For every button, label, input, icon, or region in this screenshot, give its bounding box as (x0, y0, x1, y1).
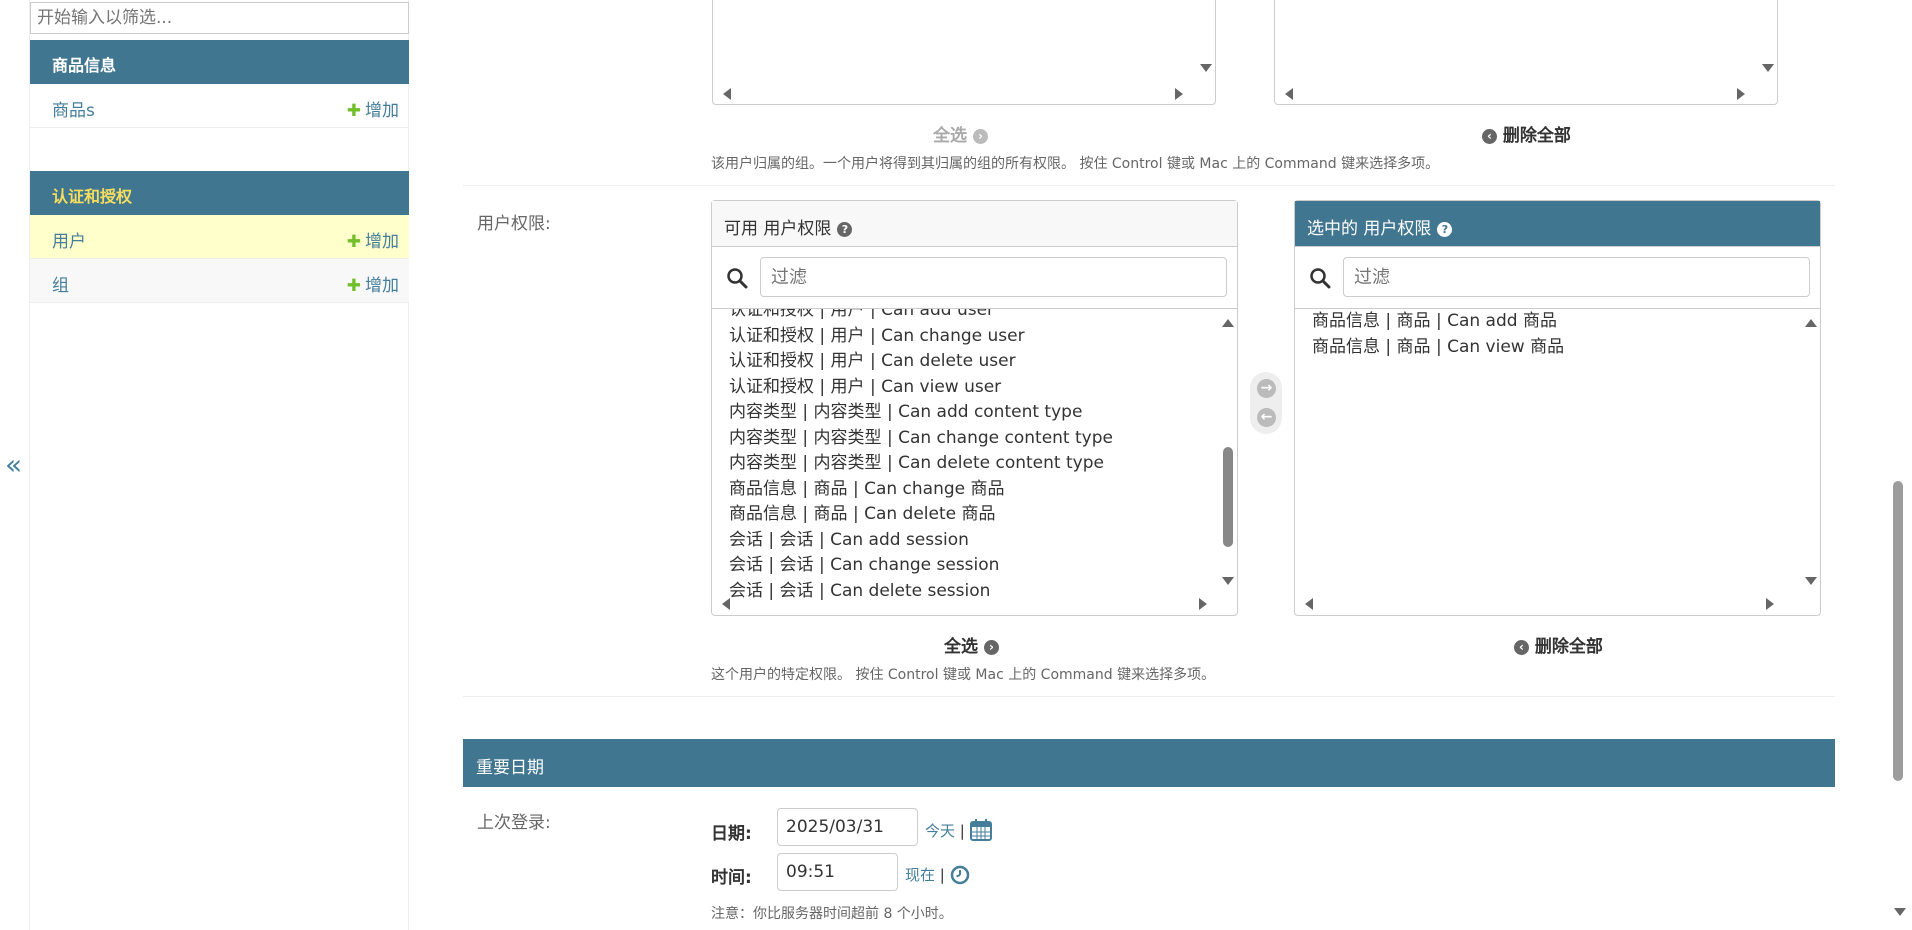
model-link-goods[interactable]: 商品s (52, 101, 95, 121)
app-caption-goods[interactable]: 商品信息 (30, 40, 409, 84)
sidebar-item-users: 用户 ✚ 增加 (30, 215, 409, 259)
scrollbar[interactable] (1275, 84, 1759, 104)
chosen-filter-input[interactable] (1343, 257, 1810, 297)
permission-option[interactable]: 商品信息 | 商品 | Can view 商品 (1295, 335, 1802, 361)
groups-chosen-box[interactable] (1274, 0, 1778, 105)
selector-chooser: → ← (1250, 372, 1282, 434)
divider (463, 696, 1835, 697)
important-dates-header: 重要日期 (463, 739, 1835, 787)
add-group-button[interactable]: ✚ 增加 (347, 271, 399, 296)
search-icon (1310, 268, 1331, 289)
permissions-chosen-box: 选中的 用户权限? 商品信息 | 商品 | Can add 商品商品信息 | 商… (1294, 200, 1821, 616)
available-filter (712, 247, 1237, 309)
groups-help-text: 该用户归属的组。一个用户将得到其归属的组的所有权限。 按住 Control 键或… (711, 156, 1440, 172)
groups-available-box[interactable] (712, 0, 1216, 105)
scrollbar[interactable] (1802, 309, 1820, 594)
date-label: 日期: (711, 824, 752, 844)
chosen-filter (1295, 247, 1820, 309)
page-scrollbar[interactable] (1890, 0, 1912, 930)
permission-option[interactable]: 商品信息 | 商品 | Can change 商品 (712, 477, 1219, 503)
nav-sidebar: 商品信息 商品s ✚增加 认证和授权 用户 ✚增加 组 ✚增加 (29, 0, 409, 930)
scrollbar[interactable] (1219, 309, 1237, 594)
toggle-sidebar-button[interactable]: « (5, 448, 22, 481)
chosen-header: 选中的 用户权限? (1295, 201, 1820, 247)
search-icon (727, 268, 748, 289)
chevron-right-icon: › (983, 640, 999, 655)
time-shortcuts: 现在 | (905, 864, 970, 885)
groups-remove-all-button[interactable]: ‹ 删除全部 (1482, 121, 1571, 146)
add-goods-button[interactable]: ✚ 增加 (347, 96, 399, 121)
time-input[interactable] (777, 853, 898, 891)
permissions-remove-all-button[interactable]: ‹ 删除全部 (1514, 632, 1603, 657)
page-scrollbar-thumb[interactable] (1893, 481, 1903, 781)
scrollbar[interactable] (1295, 594, 1802, 614)
divider (463, 185, 1835, 186)
permission-option[interactable]: 认证和授权 | 用户 | Can add user (712, 309, 1219, 324)
help-icon[interactable]: ? (837, 222, 853, 237)
separator: | (959, 822, 965, 840)
timezone-note: 注意：你比服务器时间超前 8 个小时。 (711, 906, 953, 922)
permissions-label: 用户权限: (477, 214, 551, 234)
model-link-groups[interactable]: 组 (52, 276, 69, 296)
plus-icon: ✚ (346, 276, 361, 296)
permission-option[interactable]: 商品信息 | 商品 | Can delete 商品 (712, 502, 1219, 528)
chevron-right-icon: › (972, 129, 988, 144)
date-input[interactable] (777, 808, 918, 846)
sidebar-filter-input[interactable] (30, 2, 409, 34)
permission-option[interactable]: 会话 | 会话 | Can change session (712, 553, 1219, 579)
plus-icon: ✚ (346, 101, 361, 121)
scrollbar[interactable] (713, 84, 1197, 104)
clock-icon[interactable] (950, 865, 970, 885)
date-shortcuts: 今天 | (925, 819, 992, 841)
scrollbar-thumb[interactable] (1223, 447, 1233, 547)
available-list[interactable]: 认证和授权 | 用户 | Can add user 认证和授权 | 用户 | Ca… (712, 309, 1237, 614)
app-caption-auth[interactable]: 认证和授权 (30, 171, 409, 215)
now-link[interactable]: 现在 (905, 866, 935, 884)
sidebar-item-groups: 组 ✚ 增加 (30, 259, 409, 303)
sidebar-item-goods: 商品s ✚ 增加 (30, 84, 409, 128)
permission-option[interactable]: 内容类型 | 内容类型 | Can delete content type (712, 451, 1219, 477)
chevron-left-icon: ‹ (1482, 129, 1497, 144)
chevron-left-icon: ‹ (1514, 640, 1529, 655)
available-filter-input[interactable] (760, 257, 1227, 297)
move-left-button[interactable]: ← (1257, 408, 1276, 427)
chosen-list[interactable]: 商品信息 | 商品 | Can add 商品 商品信息 | 商品 | Can vi… (1295, 309, 1820, 614)
permissions-available-box: 可用 用户权限? 认证和授权 | 用户 | Can add user认证和授权 … (711, 200, 1238, 616)
permission-option[interactable]: 认证和授权 | 用户 | Can delete user (712, 349, 1219, 375)
permissions-choose-all-button[interactable]: 全选 › (944, 632, 999, 657)
last-login-label: 上次登录: (477, 813, 551, 833)
model-link-users[interactable]: 用户 (52, 232, 86, 252)
permission-option[interactable]: 会话 | 会话 | Can add session (712, 528, 1219, 554)
add-user-button[interactable]: ✚ 增加 (347, 227, 399, 252)
permissions-help-text: 这个用户的特定权限。 按住 Control 键或 Mac 上的 Command … (711, 667, 1216, 683)
help-icon[interactable]: ? (1437, 222, 1453, 237)
today-link[interactable]: 今天 (925, 822, 955, 840)
plus-icon: ✚ (346, 232, 361, 252)
permission-option[interactable]: 商品信息 | 商品 | Can add 商品 (1295, 309, 1802, 335)
permission-option[interactable]: 内容类型 | 内容类型 | Can add content type (712, 400, 1219, 426)
permission-option[interactable]: 认证和授权 | 用户 | Can view user (712, 375, 1219, 401)
calendar-icon[interactable] (969, 819, 992, 841)
permission-option[interactable]: 内容类型 | 内容类型 | Can change content type (712, 426, 1219, 452)
separator: | (939, 866, 945, 884)
move-right-button[interactable]: → (1257, 379, 1276, 398)
time-label: 时间: (711, 868, 752, 888)
available-header: 可用 用户权限? (712, 201, 1237, 247)
groups-choose-all-button[interactable]: 全选 › (933, 121, 988, 146)
permission-option[interactable]: 认证和授权 | 用户 | Can change user (712, 324, 1219, 350)
scrollbar[interactable] (712, 594, 1219, 614)
